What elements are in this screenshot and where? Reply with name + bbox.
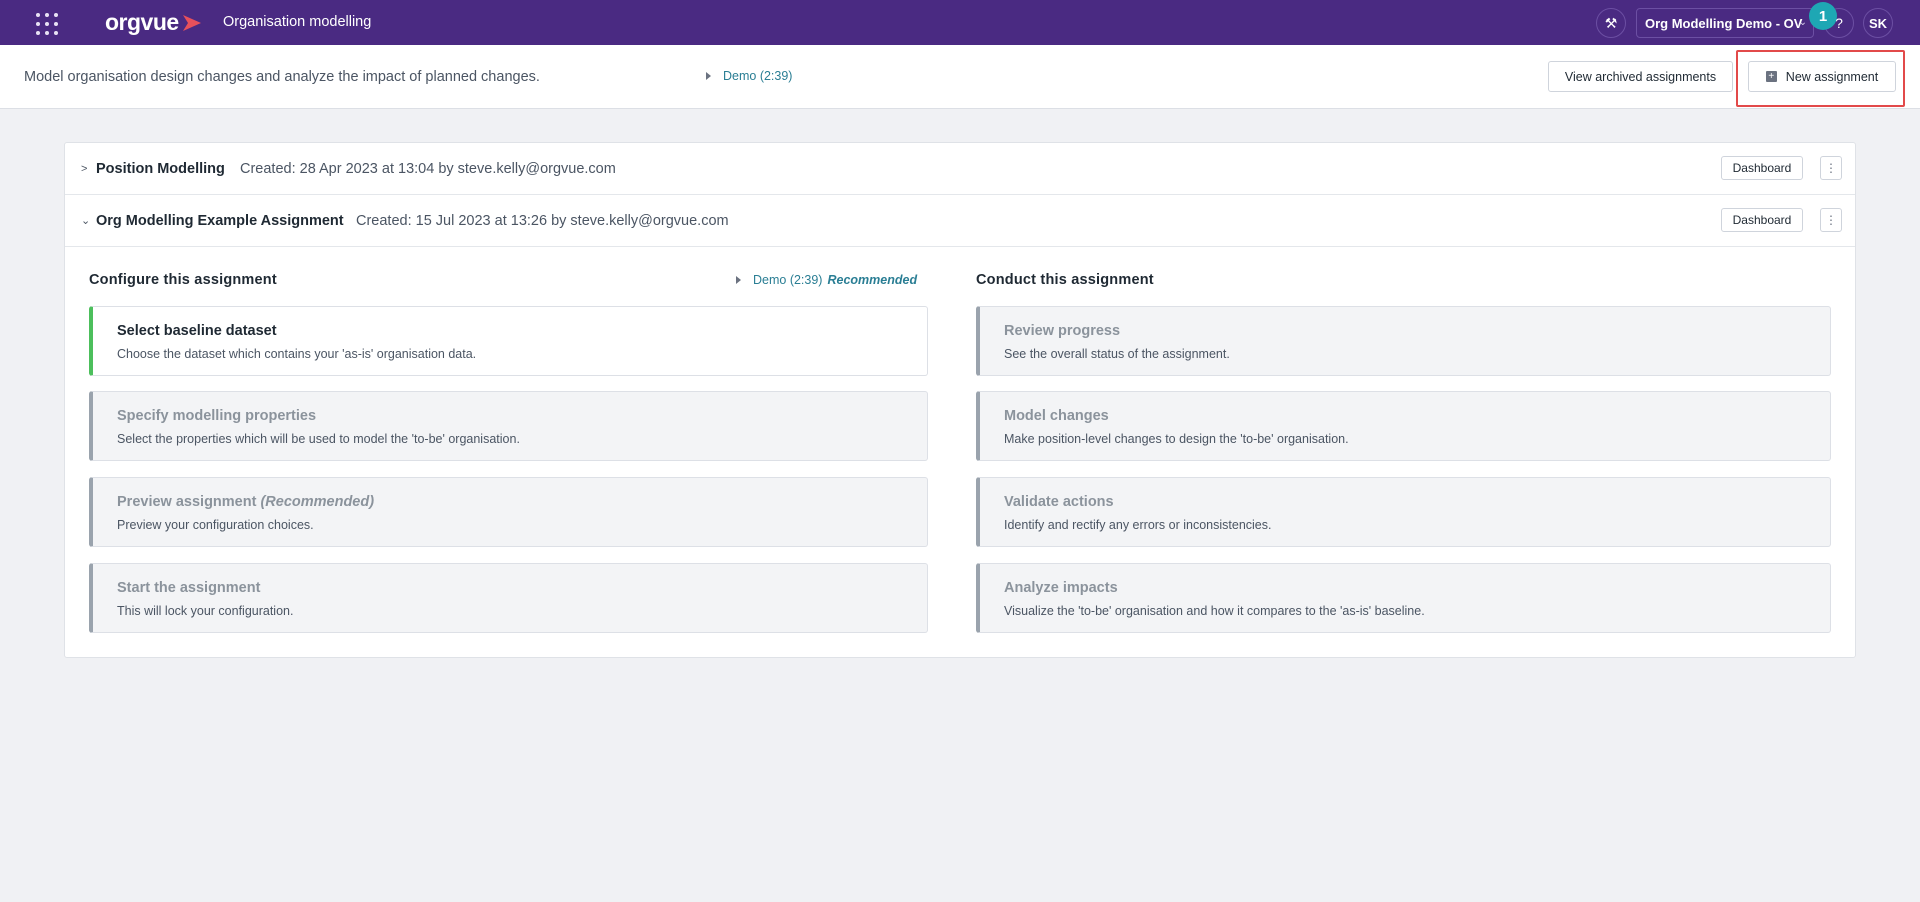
tenant-label: Org Modelling Demo - OV bbox=[1645, 15, 1803, 31]
step-select-baseline-dataset[interactable]: Select baseline dataset Choose the datas… bbox=[89, 306, 928, 376]
assignment-meta: Created: 28 Apr 2023 at 13:04 by steve.k… bbox=[240, 160, 616, 177]
step-analyze-impacts[interactable]: Analyze impacts Visualize the 'to-be' or… bbox=[976, 563, 1831, 633]
step-title: Preview assignment (Recommended) bbox=[117, 494, 374, 510]
assignment-meta: Created: 15 Jul 2023 at 13:26 by steve.k… bbox=[356, 212, 729, 229]
step-description: This will lock your configuration. bbox=[117, 604, 294, 618]
step-review-progress[interactable]: Review progress See the overall status o… bbox=[976, 306, 1831, 376]
step-description: Select the properties which will be used… bbox=[117, 432, 520, 446]
app-launcher-icon[interactable] bbox=[36, 13, 58, 35]
step-title-suffix: (Recommended) bbox=[260, 494, 375, 510]
play-icon bbox=[706, 72, 711, 80]
new-assignment-label: New assignment bbox=[1785, 69, 1879, 84]
plus-icon: + bbox=[1765, 71, 1777, 82]
dashboard-button[interactable]: Dashboard bbox=[1721, 156, 1803, 180]
page-description: Model organisation design changes and an… bbox=[24, 69, 540, 85]
conduct-section-title: Conduct this assignment bbox=[976, 272, 1154, 288]
step-title: Select baseline dataset bbox=[117, 323, 277, 339]
step-description: Identify and rectify any errors or incon… bbox=[1004, 518, 1272, 532]
logo-mark-icon bbox=[182, 14, 201, 31]
assignment-name[interactable]: Org Modelling Example Assignment bbox=[96, 213, 344, 229]
step-title: Start the assignment bbox=[117, 580, 261, 596]
demo-video-link[interactable]: Demo (2:39) bbox=[706, 69, 792, 83]
play-icon bbox=[736, 276, 741, 284]
demo-link-label: Demo (2:39) bbox=[753, 273, 823, 287]
step-preview-assignment[interactable]: Preview assignment (Recommended) Preview… bbox=[89, 477, 928, 547]
dashboard-button[interactable]: Dashboard bbox=[1721, 208, 1803, 232]
tenant-selector[interactable]: Org Modelling Demo - OV ⌄ bbox=[1636, 8, 1814, 38]
view-archived-assignments-button[interactable]: View archived assignments bbox=[1548, 61, 1733, 92]
chevron-down-icon[interactable]: ⌄ bbox=[81, 214, 90, 227]
step-title: Validate actions bbox=[1004, 494, 1114, 510]
step-title: Model changes bbox=[1004, 408, 1109, 424]
configure-demo-link[interactable]: Demo (2:39) Recommended bbox=[736, 273, 917, 287]
assignment-name[interactable]: Position Modelling bbox=[96, 161, 225, 177]
more-options-icon[interactable]: ⋮ bbox=[1820, 208, 1842, 232]
app-title: Organisation modelling bbox=[223, 14, 372, 30]
chevron-down-icon: ⌄ bbox=[1798, 17, 1807, 28]
step-description: Preview your configuration choices. bbox=[117, 518, 314, 532]
step-title: Analyze impacts bbox=[1004, 580, 1118, 596]
step-description: Choose the dataset which contains your '… bbox=[117, 347, 477, 361]
more-options-icon[interactable]: ⋮ bbox=[1820, 156, 1842, 180]
step-description: See the overall status of the assignment… bbox=[1004, 347, 1230, 361]
assignment-row[interactable]: > Position Modelling Created: 28 Apr 202… bbox=[65, 143, 1855, 195]
logo-text: orgvue bbox=[105, 9, 179, 35]
demo-link-label: Demo (2:39) bbox=[723, 69, 793, 83]
assignments-card: > Position Modelling Created: 28 Apr 202… bbox=[64, 142, 1856, 658]
step-title: Review progress bbox=[1004, 323, 1121, 339]
recommended-label: Recommended bbox=[827, 273, 918, 287]
step-title-text: Preview assignment bbox=[117, 494, 257, 510]
notification-badge[interactable]: 1 bbox=[1809, 2, 1837, 30]
orgvue-logo[interactable]: orgvue bbox=[105, 9, 203, 36]
chevron-right-icon[interactable]: > bbox=[81, 163, 87, 175]
page-header: Model organisation design changes and an… bbox=[0, 45, 1920, 109]
step-validate-actions[interactable]: Validate actions Identify and rectify an… bbox=[976, 477, 1831, 547]
step-specify-modelling-properties[interactable]: Specify modelling properties Select the … bbox=[89, 391, 928, 461]
configure-section-title: Configure this assignment bbox=[89, 272, 277, 288]
step-start-assignment[interactable]: Start the assignment This will lock your… bbox=[89, 563, 928, 633]
step-title: Specify modelling properties bbox=[117, 408, 317, 424]
step-description: Visualize the 'to-be' organisation and h… bbox=[1004, 604, 1425, 618]
new-assignment-button[interactable]: + New assignment bbox=[1748, 61, 1896, 92]
assignment-row[interactable]: ⌄ Org Modelling Example Assignment Creat… bbox=[65, 195, 1855, 247]
wrench-icon[interactable]: ⚒ bbox=[1596, 8, 1626, 38]
top-navigation-bar: orgvue Organisation modelling ⚒ Org Mode… bbox=[0, 0, 1920, 45]
step-model-changes[interactable]: Model changes Make position-level change… bbox=[976, 391, 1831, 461]
step-description: Make position-level changes to design th… bbox=[1004, 432, 1349, 446]
user-avatar[interactable]: SK bbox=[1863, 8, 1893, 38]
